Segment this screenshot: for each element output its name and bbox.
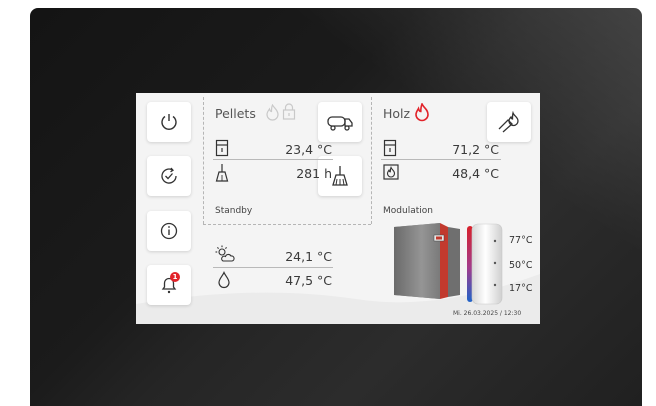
broom-small-icon [215, 164, 229, 182]
tank-top-temperature: 77°C [509, 235, 533, 246]
sun-cloud-icon [215, 245, 235, 262]
holz-flame-temperature: 48,4 °C [452, 166, 499, 181]
holz-status: Modulation [383, 206, 433, 216]
truck-icon [327, 116, 353, 131]
pellets-left-divider [203, 97, 204, 224]
pellets-hours: 281 h [296, 166, 332, 181]
power-button[interactable] [147, 102, 191, 142]
holz-boiler-temperature: 71,2 °C [452, 142, 499, 157]
lock-icon [282, 103, 296, 120]
holz-row-divider [381, 159, 501, 160]
wood-ignition-button[interactable] [487, 102, 531, 142]
tank-bottom-temperature: 17°C [509, 283, 533, 294]
pellets-right-divider [371, 97, 372, 224]
info-icon [160, 222, 178, 240]
alarm-button[interactable]: 1 [147, 265, 191, 305]
flame-outline-icon [266, 104, 279, 121]
pellets-temperature: 23,4 °C [285, 142, 332, 157]
water-temperature: 47,5 °C [285, 273, 332, 288]
boiler-unit-illustration [394, 223, 460, 299]
device-frame: 1 Pellets 23,4 °C 281 h Standby Holz 71,… [30, 8, 642, 406]
pellets-bottom-divider [203, 224, 371, 225]
boiler-icon [215, 139, 229, 157]
holz-title: Holz [383, 106, 411, 121]
pellet-delivery-button[interactable] [318, 102, 362, 142]
pellets-title: Pellets [215, 106, 256, 121]
refresh-button[interactable] [147, 156, 191, 196]
pellets-row-divider [213, 159, 333, 160]
flame-box-icon [383, 164, 399, 180]
holz-boiler-icon [383, 139, 397, 157]
touch-screen: 1 Pellets 23,4 °C 281 h Standby Holz 71,… [136, 93, 540, 324]
wood-ignition-icon [498, 111, 519, 133]
info-button[interactable] [147, 211, 191, 251]
power-icon [161, 114, 177, 130]
tank-middle-temperature: 50°C [509, 260, 533, 271]
outdoor-row-divider [213, 267, 333, 268]
broom-icon [332, 166, 348, 186]
alarm-badge: 1 [170, 272, 180, 282]
outdoor-temperature: 24,1 °C [285, 249, 332, 264]
date-time: Mi. 26.03.2025 / 12:30 [453, 310, 522, 317]
water-drop-icon [218, 271, 230, 289]
check-cycle-icon [161, 167, 177, 184]
storage-tank-illustration [467, 223, 503, 305]
flame-active-icon [415, 103, 429, 122]
pellets-status: Standby [215, 206, 253, 216]
